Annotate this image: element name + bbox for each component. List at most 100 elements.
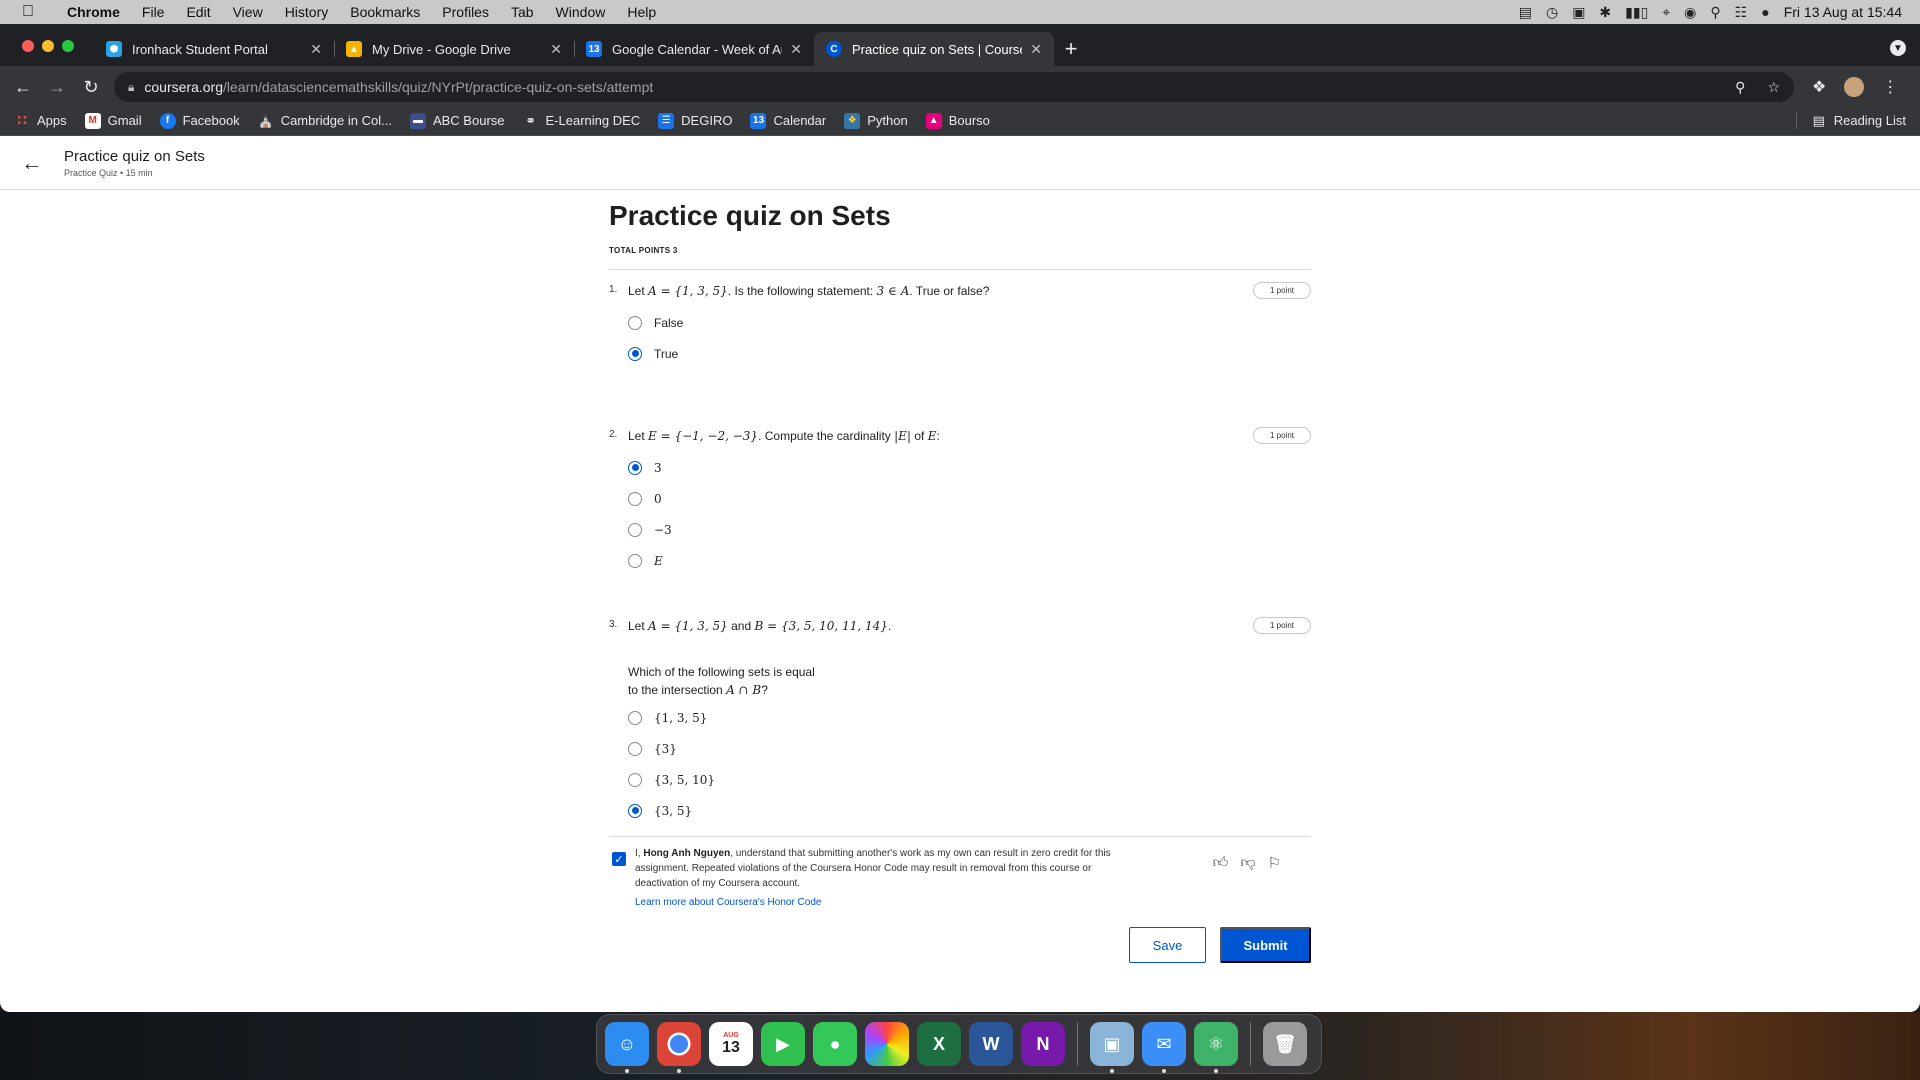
address-bar[interactable]: 🔒︎ coursera.org /learn/datasciencemathsk… xyxy=(114,72,1794,102)
honor-code-link[interactable]: Learn more about Coursera's Honor Code xyxy=(635,897,1311,908)
submit-button[interactable]: Submit xyxy=(1220,927,1311,963)
menu-view[interactable]: View xyxy=(222,4,274,20)
bookmark-star-icon[interactable]: ☆ xyxy=(1767,79,1780,96)
bookmark-cambridge[interactable]: ⛪ Cambridge in Col... xyxy=(258,113,392,129)
finder-icon[interactable]: ☺ xyxy=(605,1022,649,1073)
q3-option-1[interactable]: {1, 3, 5} xyxy=(628,702,1311,733)
chrome-menu-icon[interactable]: ⋮ xyxy=(1882,77,1898,97)
bookmark-bourso[interactable]: ▲ Bourso xyxy=(925,112,990,129)
bookmark-elearning[interactable]: ⚭ E-Learning DEC xyxy=(523,113,640,129)
menu-window[interactable]: Window xyxy=(545,4,617,20)
back-icon[interactable]: ← xyxy=(12,77,34,98)
facetime-icon[interactable]: ▶ xyxy=(761,1022,805,1066)
menu-file[interactable]: File xyxy=(131,4,176,20)
thumbs-up-icon[interactable]: 👍︎ xyxy=(1213,854,1229,872)
display-icon[interactable]: ▣ xyxy=(1572,4,1585,21)
calendar-app-icon[interactable]: AUG 13 xyxy=(709,1022,753,1066)
menu-profiles[interactable]: Profiles xyxy=(431,4,500,20)
bluetooth-icon[interactable]: ✱ xyxy=(1599,4,1611,21)
menu-help[interactable]: Help xyxy=(616,4,667,20)
radio-button[interactable] xyxy=(628,491,642,506)
new-tab-icon[interactable]: + xyxy=(1054,32,1088,66)
menu-edit[interactable]: Edit xyxy=(175,4,221,20)
back-arrow-icon[interactable]: ← xyxy=(0,150,64,176)
word-icon[interactable]: W xyxy=(969,1022,1013,1066)
thumbs-down-icon[interactable]: 👎︎ xyxy=(1240,854,1255,872)
time-machine-icon[interactable]: ◷ xyxy=(1546,4,1558,21)
close-tab-icon[interactable]: ✕ xyxy=(310,41,322,58)
bookmark-gmail[interactable]: M Gmail xyxy=(84,112,142,129)
chrome-icon[interactable] xyxy=(657,1022,701,1073)
q2-option-e[interactable]: E xyxy=(628,545,1311,576)
radio-button-selected[interactable] xyxy=(628,346,642,361)
minimize-window-button[interactable] xyxy=(42,40,54,52)
photos-icon[interactable] xyxy=(865,1022,909,1066)
q2-option-3[interactable]: 3 xyxy=(628,452,1311,483)
q1-option-false[interactable]: False xyxy=(628,307,1311,338)
atom-icon[interactable]: ⚛ xyxy=(1194,1022,1238,1073)
q1-option-true[interactable]: True xyxy=(628,338,1311,369)
menu-tab[interactable]: Tab xyxy=(500,4,545,20)
radio-button[interactable] xyxy=(628,522,642,537)
bookmark-facebook[interactable]: f Facebook xyxy=(159,112,240,129)
close-tab-icon[interactable]: ✕ xyxy=(1030,41,1042,58)
wifi-icon[interactable]: ⌖ xyxy=(1662,4,1670,21)
close-tab-icon[interactable]: ✕ xyxy=(790,41,802,58)
bookmark-label: ABC Bourse xyxy=(432,113,505,128)
honor-code-checkbox[interactable]: ✓ xyxy=(612,852,626,866)
preview-icon[interactable]: ▣ xyxy=(1090,1022,1134,1073)
radio-button-selected[interactable] xyxy=(628,460,642,475)
reload-icon[interactable]: ↻ xyxy=(80,77,102,98)
tab-ironhack[interactable]: ⬢ Ironhack Student Portal ✕ xyxy=(94,32,334,66)
close-window-button[interactable] xyxy=(22,40,34,52)
zoom-window-button[interactable] xyxy=(62,40,74,52)
radio-button[interactable] xyxy=(628,710,642,725)
flag-icon[interactable]: ⚐ xyxy=(1268,854,1281,872)
q3-option-4[interactable]: {3, 5} xyxy=(628,795,1311,826)
zoom-icon[interactable]: ⚲ xyxy=(1735,79,1745,96)
excel-icon[interactable]: X xyxy=(917,1022,961,1066)
q2-option-0[interactable]: 0 xyxy=(628,483,1311,514)
save-button[interactable]: Save xyxy=(1129,927,1206,963)
radio-button[interactable] xyxy=(628,772,642,787)
reading-list-button[interactable]: ▤ Reading List xyxy=(1795,112,1906,129)
radio-button[interactable] xyxy=(628,553,642,568)
q3-option-3[interactable]: {3, 5, 10} xyxy=(628,764,1311,795)
forward-icon[interactable]: → xyxy=(46,77,68,98)
radio-button-selected[interactable] xyxy=(628,803,642,818)
extensions-puzzle-icon[interactable]: ❖ xyxy=(1812,77,1826,97)
control-center-icon[interactable]: ☷ xyxy=(1735,4,1748,21)
q2-option-minus-3[interactable]: −3 xyxy=(628,514,1311,545)
question-text: Let E = {−1, −2, −3}. Compute the cardin… xyxy=(628,429,1311,443)
menubar-clock[interactable]: Fri 13 Aug at 15:44 xyxy=(1784,4,1902,20)
radio-button[interactable] xyxy=(628,315,642,330)
tab-coursera-quiz[interactable]: C Practice quiz on Sets | Courser ✕ xyxy=(814,32,1054,66)
notes-status-icon[interactable]: ▤ xyxy=(1519,4,1532,21)
bookmark-degiro[interactable]: ☰ DEGIRO xyxy=(658,112,732,129)
q3-option-2[interactable]: {3} xyxy=(628,733,1311,764)
apple-icon[interactable]:  xyxy=(0,3,56,21)
menu-history[interactable]: History xyxy=(274,4,340,20)
tab-google-calendar[interactable]: 13 Google Calendar - Week of Au ✕ xyxy=(574,32,814,66)
tab-search-icon[interactable]: ▼ xyxy=(1890,40,1906,56)
close-tab-icon[interactable]: ✕ xyxy=(550,41,562,58)
menu-chrome[interactable]: Chrome xyxy=(56,4,131,20)
tab-google-drive[interactable]: ▲ My Drive - Google Drive ✕ xyxy=(334,32,574,66)
menu-bookmarks[interactable]: Bookmarks xyxy=(339,4,431,20)
lock-icon[interactable]: 🔒︎ xyxy=(128,80,134,95)
siri-icon[interactable]: ● xyxy=(1761,4,1769,20)
radio-button[interactable] xyxy=(628,741,642,756)
spotlight-search-icon[interactable]: ⚲ xyxy=(1710,4,1720,21)
onenote-icon[interactable]: N xyxy=(1021,1022,1065,1066)
bookmark-abc-bourse[interactable]: ▬ ABC Bourse xyxy=(409,112,505,129)
coursera-page: ← Practice quiz on Sets Practice Quiz • … xyxy=(0,136,1920,1012)
battery-icon[interactable]: ▮▮▯ xyxy=(1625,4,1648,21)
mail-icon[interactable]: ✉ xyxy=(1142,1022,1186,1073)
messages-icon[interactable]: ● xyxy=(813,1022,857,1066)
user-status-icon[interactable]: ◉ xyxy=(1684,4,1696,21)
bookmark-apps[interactable]: ∷ Apps xyxy=(14,112,67,129)
profile-avatar[interactable] xyxy=(1844,77,1865,97)
bookmark-python[interactable]: ❖ Python xyxy=(844,112,908,129)
trash-icon[interactable]: 🗑︎ xyxy=(1263,1022,1307,1066)
bookmark-calendar[interactable]: 13 Calendar xyxy=(750,112,826,129)
